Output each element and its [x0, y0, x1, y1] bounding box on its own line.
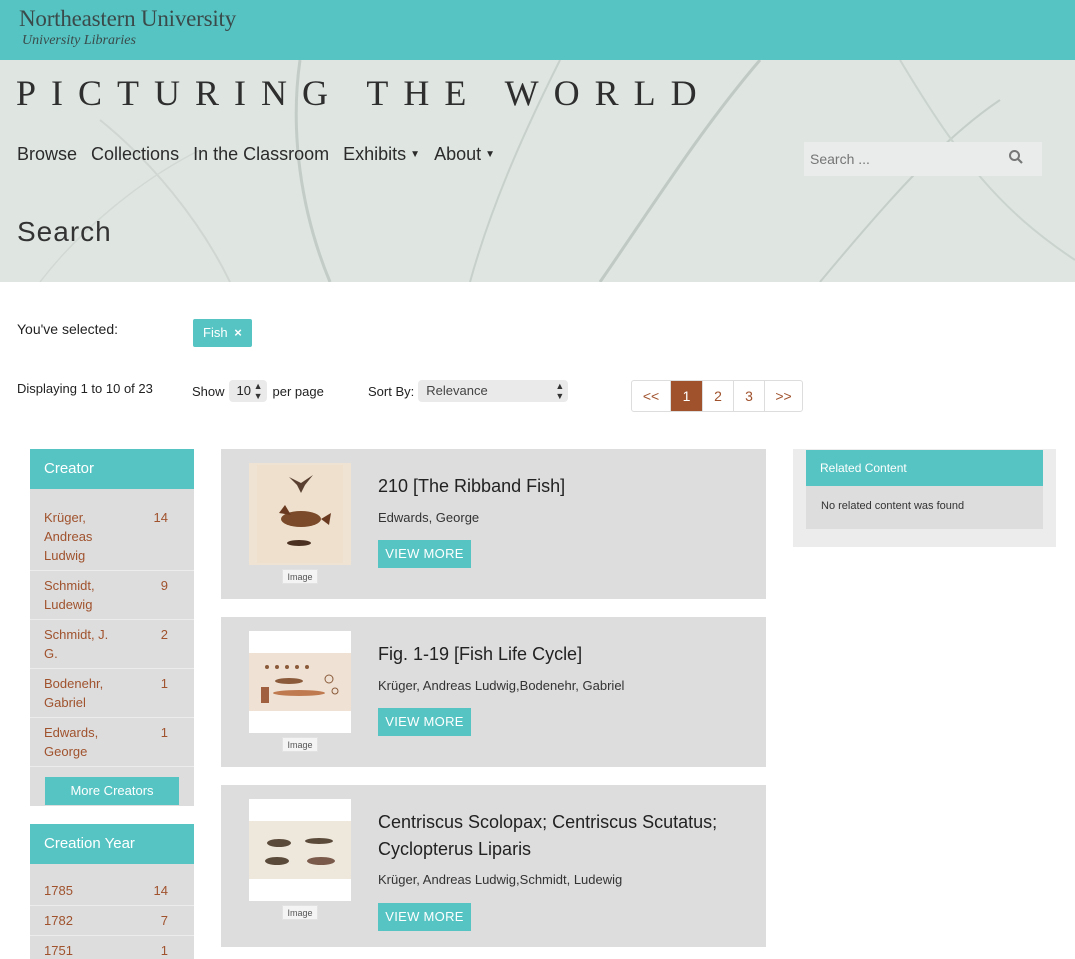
show-label: Show [192, 383, 225, 399]
sort-control: Sort By: Relevance ▲ ▼ [368, 380, 569, 402]
facet-row: 1785 14 [30, 876, 194, 906]
facet-count: 14 [153, 510, 168, 525]
nav-item-browse[interactable]: Browse [17, 144, 77, 165]
filter-chip-fish[interactable]: Fish × [193, 319, 252, 347]
fish-illustration-image [257, 465, 343, 563]
facet-value[interactable]: 1782 [44, 911, 124, 930]
sort-select[interactable]: Relevance ▲ ▼ [418, 380, 569, 402]
result-card: Image 210 [The Ribband Fish] Edwards, Ge… [221, 449, 766, 599]
facet-row: Schmidt, J. G. 2 [30, 620, 194, 669]
facet-row: Edwards, George 1 [30, 718, 194, 767]
related-content-card: Related Content No related content was f… [806, 450, 1043, 529]
search-input[interactable] [804, 142, 1004, 176]
result-title[interactable]: Centriscus Scolopax; Centriscus Scutatus… [378, 809, 738, 863]
facet-count: 9 [160, 578, 168, 593]
sort-value: Relevance [426, 383, 488, 398]
facet-value[interactable]: Bodenehr, Gabriel [44, 674, 124, 712]
select-arrows-icon: ▲ ▼ [555, 381, 565, 401]
pagination: << 1 2 3 >> [631, 380, 803, 412]
facet-value[interactable]: Edwards, George [44, 723, 124, 761]
related-content-panel: Related Content No related content was f… [793, 449, 1056, 547]
page-1[interactable]: 1 [670, 381, 702, 411]
nav-item-exhibits[interactable]: Exhibits ▼ [343, 144, 420, 165]
page-title: Search [17, 216, 112, 247]
result-thumbnail[interactable] [249, 631, 351, 733]
fish-life-cycle-image [249, 653, 351, 711]
result-card: Image Fig. 1-19 [Fish Life Cycle] Krüger… [221, 617, 766, 767]
result-creator: Krüger, Andreas Ludwig,Schmidt, Ludewig [378, 872, 623, 887]
facet-count: 1 [160, 676, 168, 691]
nav-label: Exhibits [343, 144, 407, 164]
main-nav: Browse Collections In the Classroom Exhi… [17, 144, 509, 165]
per-page-label: per page [272, 383, 324, 399]
result-thumbnail[interactable] [249, 799, 351, 901]
sort-label: Sort By: [368, 383, 415, 399]
nav-item-collections[interactable]: Collections [91, 144, 179, 165]
hero-banner: PICTURING THE WORLD Browse Collections I… [0, 60, 1075, 282]
facet-value[interactable]: 1751 [44, 941, 124, 959]
view-more-button[interactable]: VIEW MORE [378, 540, 471, 568]
related-content-text: No related content was found [821, 500, 965, 512]
select-arrows-icon: ▲ ▼ [253, 381, 263, 401]
facet-count: 14 [153, 883, 168, 898]
nav-label: About [434, 144, 482, 164]
page-first[interactable]: << [632, 381, 670, 411]
result-thumbnail[interactable] [249, 463, 351, 565]
nav-label: Collections [91, 144, 180, 164]
filter-chip-label: Fish [203, 325, 228, 340]
view-more-button[interactable]: VIEW MORE [378, 903, 471, 931]
result-title[interactable]: Fig. 1-19 [Fish Life Cycle] [378, 641, 738, 668]
result-type-badge: Image [282, 905, 318, 920]
per-page-value: 10 [236, 383, 251, 398]
facet-value[interactable]: Schmidt, Ludewig [44, 576, 124, 614]
facet-value[interactable]: 1785 [44, 881, 124, 900]
facet-row: Bodenehr, Gabriel 1 [30, 669, 194, 718]
related-content-title: Related Content [806, 450, 1043, 486]
nav-item-about[interactable]: About ▼ [434, 144, 495, 165]
results-count: Displaying 1 to 10 of 23 [17, 381, 153, 396]
more-creators-button[interactable]: More Creators [45, 777, 179, 805]
result-card: Image Centriscus Scolopax; Centriscus Sc… [221, 785, 766, 947]
search-icon[interactable] [1008, 149, 1024, 170]
nav-label: Browse [17, 144, 78, 164]
close-icon[interactable]: × [234, 325, 242, 340]
facet-count: 7 [160, 913, 168, 928]
facet-creation-year: Creation Year 1785 14 1782 7 1751 1 [30, 824, 194, 959]
facet-row: 1782 7 [30, 906, 194, 936]
result-creator: Edwards, George [378, 510, 480, 525]
per-page-select[interactable]: 10 ▲ ▼ [228, 380, 267, 402]
facet-row: Krüger, Andreas Ludwig 14 [30, 503, 194, 571]
facet-value[interactable]: Schmidt, J. G. [44, 625, 124, 663]
site-search [804, 142, 1042, 176]
facet-row: Schmidt, Ludewig 9 [30, 571, 194, 620]
facet-count: 1 [160, 943, 168, 958]
university-name[interactable]: Northeastern University [19, 6, 236, 32]
facet-count: 2 [160, 627, 168, 642]
page-3[interactable]: 3 [733, 381, 764, 411]
view-more-button[interactable]: VIEW MORE [378, 708, 471, 736]
result-creator: Krüger, Andreas Ludwig,Bodenehr, Gabriel [378, 678, 625, 693]
facet-title: Creation Year [30, 824, 194, 864]
selected-filters-label: You've selected: [17, 321, 119, 337]
site-title[interactable]: PICTURING THE WORLD [16, 72, 712, 114]
caret-down-icon: ▼ [410, 149, 421, 160]
university-header: Northeastern University University Libra… [0, 0, 1075, 60]
result-title[interactable]: 210 [The Ribband Fish] [378, 473, 738, 500]
libraries-name[interactable]: University Libraries [22, 33, 136, 49]
facet-row: 1751 1 [30, 936, 194, 959]
nav-label: In the Classroom [193, 144, 330, 164]
facet-count: 1 [160, 725, 168, 740]
facet-value[interactable]: Krüger, Andreas Ludwig [44, 508, 124, 565]
per-page-control: Show 10 ▲ ▼ per page [192, 380, 324, 402]
facet-creator: Creator Krüger, Andreas Ludwig 14 Schmidt… [30, 449, 194, 806]
caret-down-icon: ▼ [485, 149, 496, 160]
fish-plate-image [249, 821, 351, 879]
page-2[interactable]: 2 [702, 381, 733, 411]
result-type-badge: Image [282, 569, 318, 584]
result-type-badge: Image [282, 737, 318, 752]
facet-title: Creator [30, 449, 194, 489]
page-last[interactable]: >> [764, 381, 802, 411]
nav-item-in-the-classroom[interactable]: In the Classroom [193, 144, 329, 165]
